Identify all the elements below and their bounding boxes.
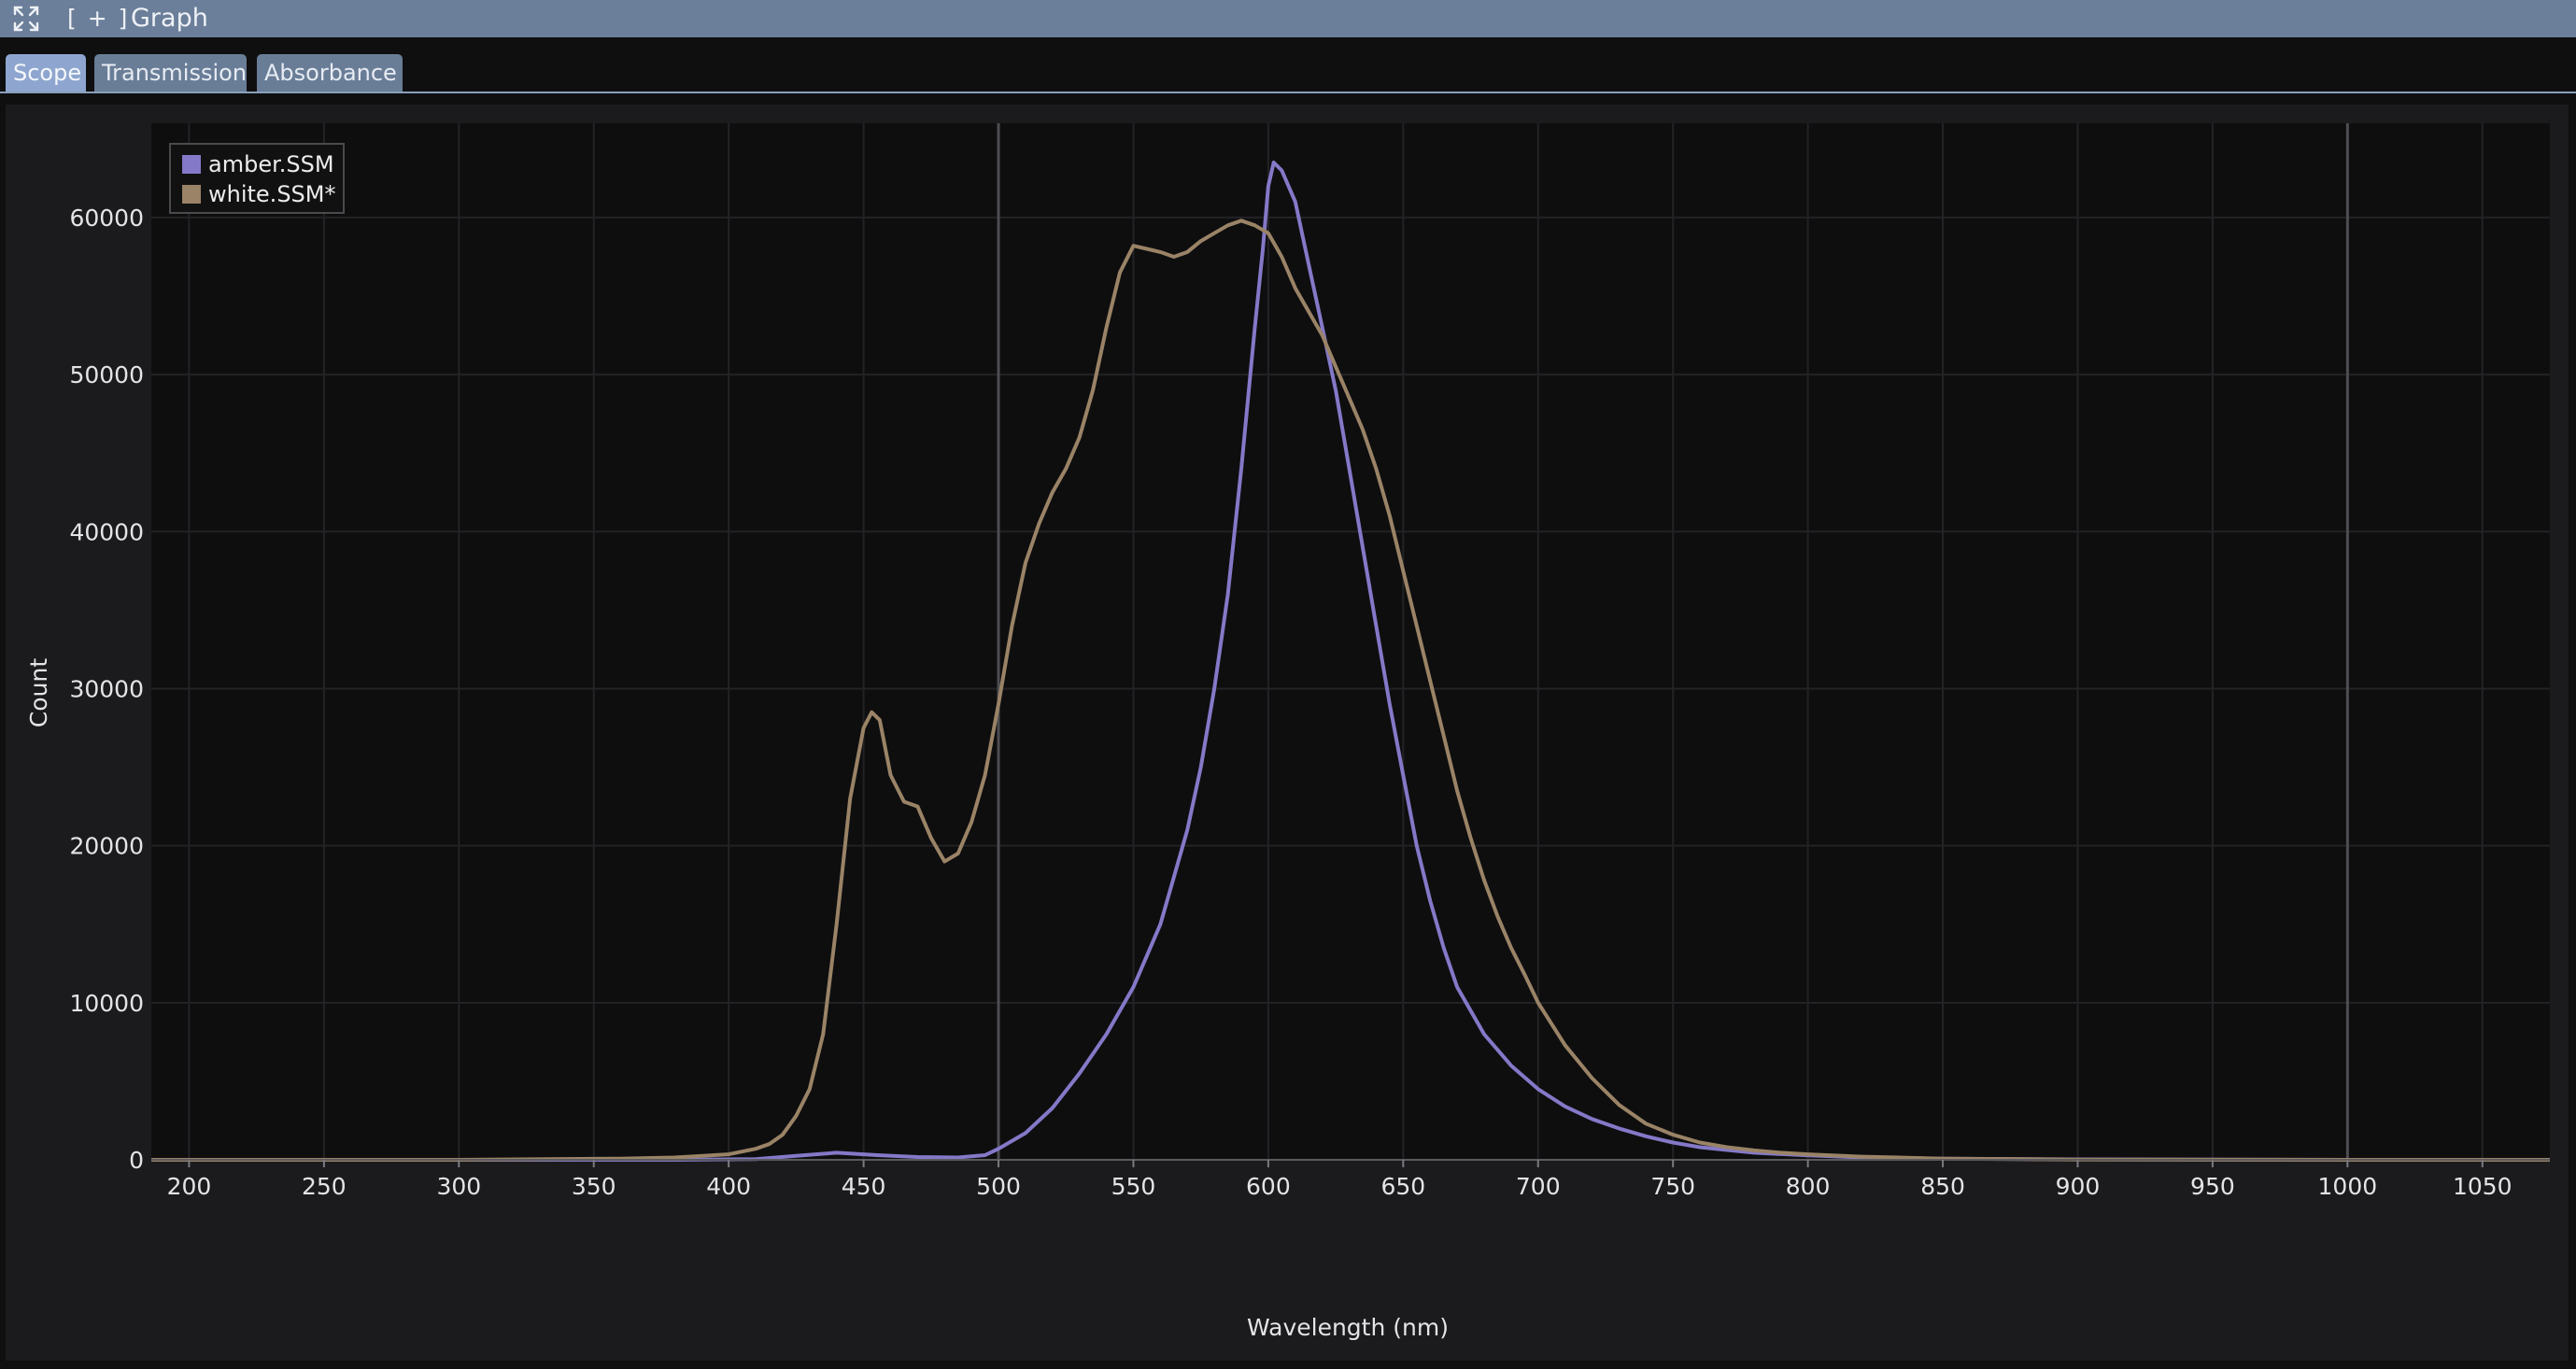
x-tick-label: 500 [976, 1173, 1021, 1200]
x-tick-label: 850 [1920, 1173, 1965, 1200]
legend: amber.SSM white.SSM* [169, 143, 345, 214]
y-tick-label: 20000 [69, 833, 144, 860]
x-tick-label: 400 [706, 1173, 751, 1200]
tab-transmission[interactable]: Transmission [94, 54, 247, 92]
spectrum-chart[interactable]: 200 250 300 350 400 450 500 550 600 650 700 750 800 8… [6, 105, 2569, 1361]
x-tick-label: 900 [2056, 1173, 2101, 1200]
x-tick-label: 250 [302, 1173, 347, 1200]
x-tick-label: 200 [167, 1173, 212, 1200]
tab-absorbance[interactable]: Absorbance [257, 54, 403, 92]
plot-panel: 200 250 300 350 400 450 500 550 600 650 700 750 800 8… [6, 105, 2569, 1361]
y-axis-label: Count [25, 658, 52, 727]
x-tick-label: 550 [1111, 1173, 1156, 1200]
tab-bar: Scope Transmission Absorbance [0, 37, 2576, 93]
x-tick-label: 950 [2190, 1173, 2235, 1200]
x-tick-label: 300 [436, 1173, 481, 1200]
y-tick-label: 0 [129, 1147, 144, 1174]
tab-scope[interactable]: Scope [6, 54, 86, 92]
y-tick-label: 30000 [69, 675, 144, 702]
legend-label-amber: amber.SSM [208, 151, 334, 177]
legend-swatch-white [182, 185, 201, 204]
y-tick-label: 60000 [69, 205, 144, 232]
x-tick-label: 650 [1380, 1173, 1425, 1200]
x-axis-label: Wavelength (nm) [1247, 1314, 1449, 1341]
x-tick-label: 750 [1650, 1173, 1695, 1200]
y-tick-label: 10000 [69, 990, 144, 1017]
x-tick-label: 350 [572, 1173, 616, 1200]
x-tick-label: 1000 [2318, 1173, 2378, 1200]
y-tick-label: 40000 [69, 518, 144, 545]
x-tick-label: 800 [1786, 1173, 1831, 1200]
x-tick-label: 450 [842, 1173, 886, 1200]
add-panel-button[interactable]: [ + ] [67, 0, 129, 37]
x-tick-label: 1050 [2453, 1173, 2512, 1200]
legend-swatch-amber [182, 155, 201, 174]
x-tick-label: 600 [1246, 1173, 1291, 1200]
plot-area [151, 123, 2550, 1160]
expand-icon[interactable] [11, 4, 41, 34]
legend-label-white: white.SSM* [208, 181, 336, 207]
y-tick-label: 50000 [69, 361, 144, 388]
window-titlebar: [ + ] Graph [0, 0, 2576, 37]
window-title: Graph [131, 4, 208, 33]
x-tick-label: 700 [1516, 1173, 1561, 1200]
